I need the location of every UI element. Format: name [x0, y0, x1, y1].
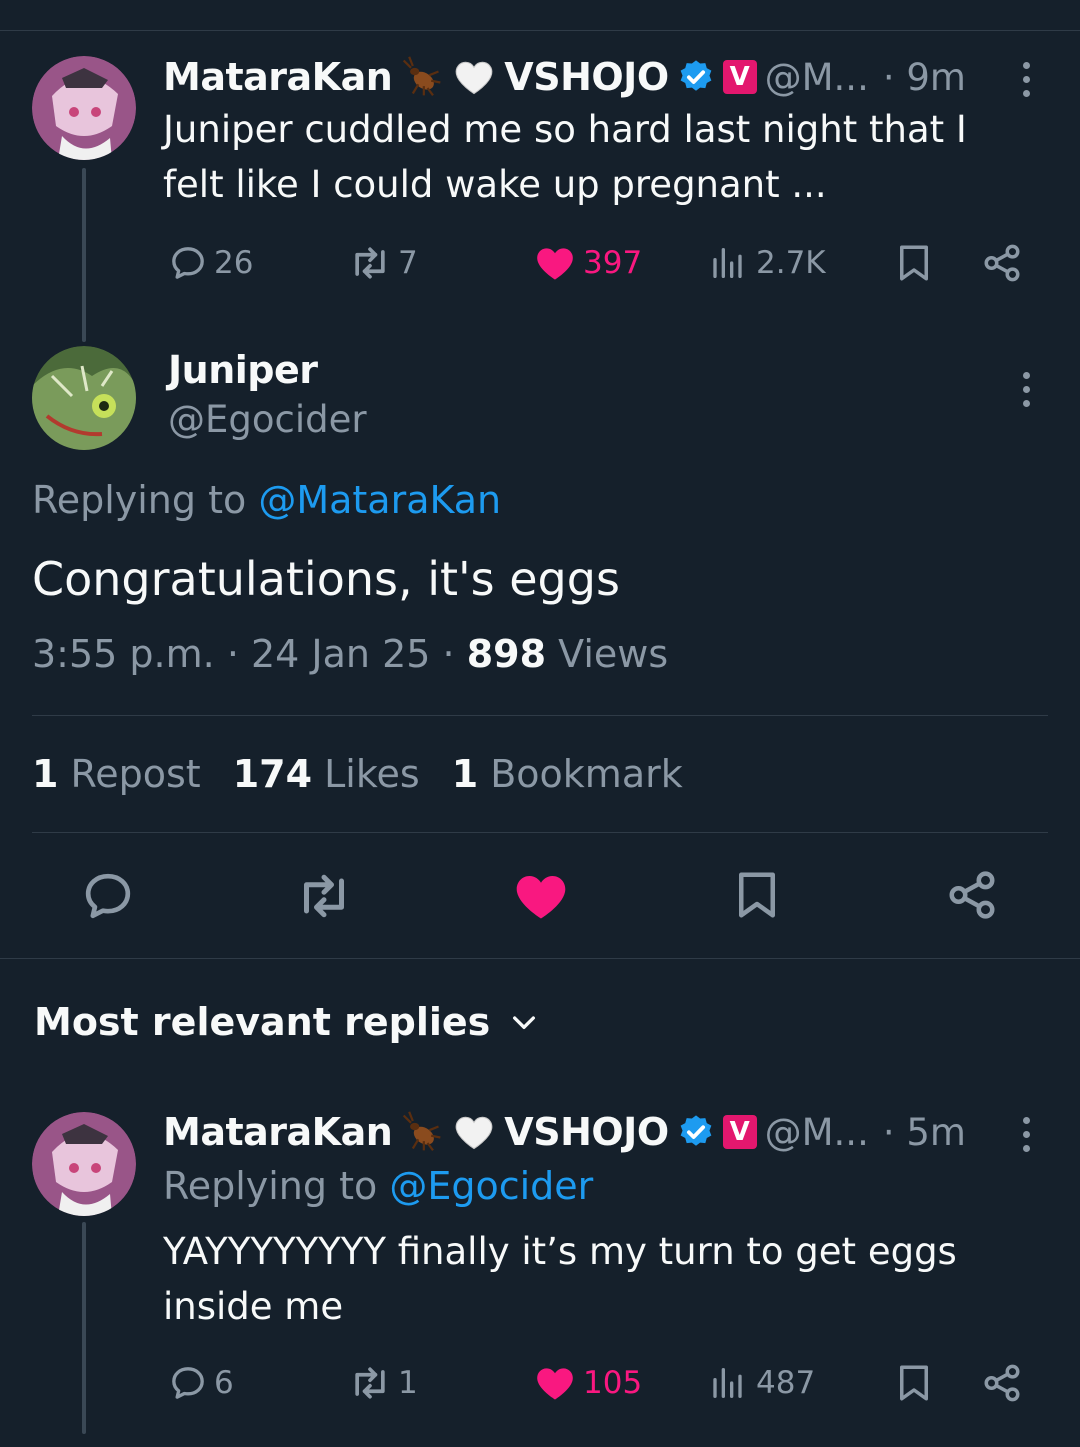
white-heart-icon — [452, 1110, 496, 1154]
views-icon — [710, 1363, 750, 1403]
avatar-juniper[interactable] — [32, 346, 136, 450]
bug-emoji-icon — [400, 1110, 444, 1154]
bookmarks-count: 1 — [451, 752, 479, 796]
handle[interactable]: @Egocider — [168, 398, 367, 441]
views-count: 2.7K — [756, 245, 826, 281]
divider — [32, 832, 1048, 833]
repost-count: 7 — [398, 245, 418, 281]
vshojo-badge-icon: V — [722, 1115, 757, 1149]
more-icon[interactable] — [1020, 372, 1032, 407]
share-icon — [981, 1362, 1023, 1404]
bookmark-icon — [893, 242, 935, 284]
avatar-matarakan[interactable] — [32, 56, 136, 160]
reposts-stat[interactable]: 1 Repost — [32, 752, 201, 796]
replying-to-handle[interactable]: @Egocider — [389, 1164, 593, 1208]
replying-to: Replying to @MataraKan — [32, 478, 501, 522]
display-name[interactable]: MataraKan — [163, 1110, 393, 1154]
post-meta: 3:55 p.m. · 24 Jan 25 · 898 Views — [32, 632, 668, 676]
bookmark-icon — [893, 1362, 935, 1404]
reply-button[interactable]: 26 — [168, 243, 253, 283]
share-icon[interactable] — [945, 868, 999, 922]
heart-icon — [533, 241, 577, 285]
heart-icon — [533, 1361, 577, 1405]
repost-count: 1 — [398, 1365, 418, 1401]
views-icon — [710, 243, 750, 283]
org-name: VSHOJO — [504, 55, 669, 99]
replying-to-handle[interactable]: @MataraKan — [258, 478, 501, 522]
display-name[interactable]: Juniper — [168, 348, 318, 392]
white-heart-icon — [452, 55, 496, 99]
divider — [0, 958, 1080, 959]
org-name: VSHOJO — [504, 1110, 669, 1154]
bookmark-button[interactable] — [893, 1362, 935, 1404]
share-button[interactable] — [981, 242, 1023, 284]
bookmarks-label: Bookmark — [490, 752, 683, 796]
reply-icon — [168, 1363, 208, 1403]
repost-button[interactable]: 1 — [348, 1361, 418, 1405]
reposts-label: Repost — [70, 752, 201, 796]
views-button[interactable]: 2.7K — [710, 243, 826, 283]
replying-to-label: Replying to — [163, 1164, 378, 1208]
reply-count: 26 — [214, 245, 254, 281]
reply-count: 6 — [214, 1365, 234, 1401]
views-count: 898 — [466, 632, 547, 676]
bookmark-button[interactable] — [893, 242, 935, 284]
timestamp[interactable]: · 5m — [883, 1111, 966, 1154]
post-date[interactable]: 24 Jan 25 — [251, 632, 430, 676]
engagement-stats: 1 Repost 174 Likes 1 Bookmark — [32, 752, 683, 796]
likes-label: Likes — [324, 752, 420, 796]
handle[interactable]: @M... — [765, 1111, 869, 1154]
verified-icon — [677, 58, 715, 96]
replies-header: Most relevant replies — [34, 1000, 491, 1044]
display-name[interactable]: MataraKan — [163, 55, 393, 99]
views-label: Views — [558, 632, 669, 676]
bookmarks-stat[interactable]: 1 Bookmark — [452, 752, 683, 796]
views-button[interactable]: 487 — [710, 1363, 815, 1403]
replying-to: Replying to @Egocider — [163, 1164, 593, 1208]
divider — [32, 715, 1048, 716]
more-icon[interactable] — [1020, 1117, 1032, 1152]
share-button[interactable] — [981, 1362, 1023, 1404]
post1-header: MataraKan VSHOJO V @M... · 9m — [163, 52, 966, 102]
bug-emoji-icon — [400, 55, 444, 99]
more-icon[interactable] — [1020, 62, 1032, 97]
likes-stat[interactable]: 174 Likes — [233, 752, 420, 796]
views-count: 487 — [756, 1365, 816, 1401]
share-icon — [981, 242, 1023, 284]
timestamp[interactable]: · 9m — [883, 56, 966, 99]
reply-button[interactable]: 6 — [168, 1363, 234, 1403]
verified-icon — [677, 1113, 715, 1151]
post2-actions: 6 1 105 487 — [0, 1358, 1080, 1408]
reposts-count: 1 — [32, 752, 59, 796]
main-actions — [0, 866, 1080, 926]
post1-text: Juniper cuddled me so hard last night th… — [163, 108, 967, 206]
replies-sort-button[interactable]: Most relevant replies — [34, 1000, 540, 1044]
heart-icon[interactable] — [511, 866, 571, 926]
repost-icon[interactable] — [294, 866, 354, 926]
main-post-text: Congratulations, it's eggs — [32, 552, 620, 606]
post2-header: MataraKan VSHOJO V @M... · 5m — [163, 1107, 966, 1157]
repost-button[interactable]: 7 — [348, 241, 418, 285]
handle[interactable]: @M... — [765, 56, 869, 99]
meta-separator: · — [442, 632, 455, 676]
reply-icon — [168, 243, 208, 283]
replying-to-label: Replying to — [32, 478, 247, 522]
meta-separator: · — [226, 632, 239, 676]
likes-count: 174 — [232, 752, 313, 796]
post1-actions: 26 7 397 2.7K — [0, 238, 1080, 288]
repost-icon — [348, 1361, 392, 1405]
post-time[interactable]: 3:55 p.m. — [32, 632, 215, 676]
like-button[interactable]: 105 — [533, 1361, 642, 1405]
repost-icon — [348, 241, 392, 285]
like-button[interactable]: 397 — [533, 241, 642, 285]
bookmark-icon[interactable] — [730, 868, 784, 922]
vshojo-badge-icon: V — [722, 60, 757, 94]
top-divider — [0, 30, 1080, 31]
like-count: 397 — [583, 245, 643, 281]
like-count: 105 — [583, 1365, 643, 1401]
post2-text: YAYYYYYYYY finally it’s my turn to get e… — [163, 1230, 957, 1328]
avatar-matarakan[interactable] — [32, 1112, 136, 1216]
reply-icon[interactable] — [80, 868, 136, 924]
chevron-down-icon — [508, 1006, 540, 1038]
